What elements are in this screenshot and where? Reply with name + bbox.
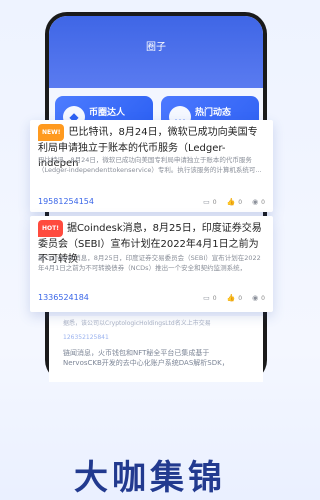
author-id[interactable]: 1336524184 xyxy=(38,293,89,302)
comment-stat[interactable]: ▭ 0 xyxy=(203,198,216,206)
comment-icon: ▭ xyxy=(203,294,210,302)
feature-title: 币圈达人 xyxy=(89,108,126,118)
like-icon: 👍 xyxy=(226,198,236,206)
like-stat[interactable]: 👍 0 xyxy=(227,294,243,302)
news-summary: 巴比特讯，8月24日，微软已成功向美国专利局申请独立于账本的代币服务（Ledge… xyxy=(38,156,262,174)
background-item: 126352125841 xyxy=(63,334,109,341)
feature-title: 热门动态 xyxy=(195,108,232,118)
promo-title: 大咖集锦 xyxy=(74,458,226,498)
view-stat[interactable]: ◉ 0 xyxy=(252,198,265,206)
news-summary: 据Coindesk消息，8月25日，印度证券交易委员会（SEBI）宣布计划在20… xyxy=(38,254,261,272)
like-icon: 👍 xyxy=(226,294,236,302)
hot-badge: HOT! xyxy=(38,220,63,237)
background-feed: 据悉，该公司以CryptologicHoldingsLtd名义上市交易 1263… xyxy=(49,316,263,382)
comment-stat[interactable]: ▭ 0 xyxy=(203,294,216,302)
author-id[interactable]: 19581254154 xyxy=(38,197,94,206)
comment-icon: ▭ xyxy=(203,198,210,206)
background-item: 据悉，该公司以CryptologicHoldingsLtd名义上市交易 xyxy=(63,320,211,327)
stats-bar: ▭ 0 👍 0 ◉ 0 xyxy=(203,294,265,302)
news-card[interactable]: HOT! 据Coindesk消息，8月25日，印度证券交易委员会（SEBI）宣布计… xyxy=(30,216,273,312)
background-item: 链闻消息，火币钱包和NFT秘全平台已集成基于NervosCKB开发的去中心化账户… xyxy=(63,349,229,367)
like-stat[interactable]: 👍 0 xyxy=(227,198,243,206)
view-icon: ◉ xyxy=(252,294,259,302)
new-badge: NEW! xyxy=(38,124,65,141)
news-card[interactable]: NEW! 巴比特讯，8月24日，微软已成功向美国专利局申请独立于账本的代币服务（L… xyxy=(30,120,273,212)
phone-title: 圈子 xyxy=(146,42,166,53)
view-icon: ◉ xyxy=(252,198,259,206)
stats-bar: ▭ 0 👍 0 ◉ 0 xyxy=(203,198,265,206)
view-stat[interactable]: ◉ 0 xyxy=(252,294,265,302)
